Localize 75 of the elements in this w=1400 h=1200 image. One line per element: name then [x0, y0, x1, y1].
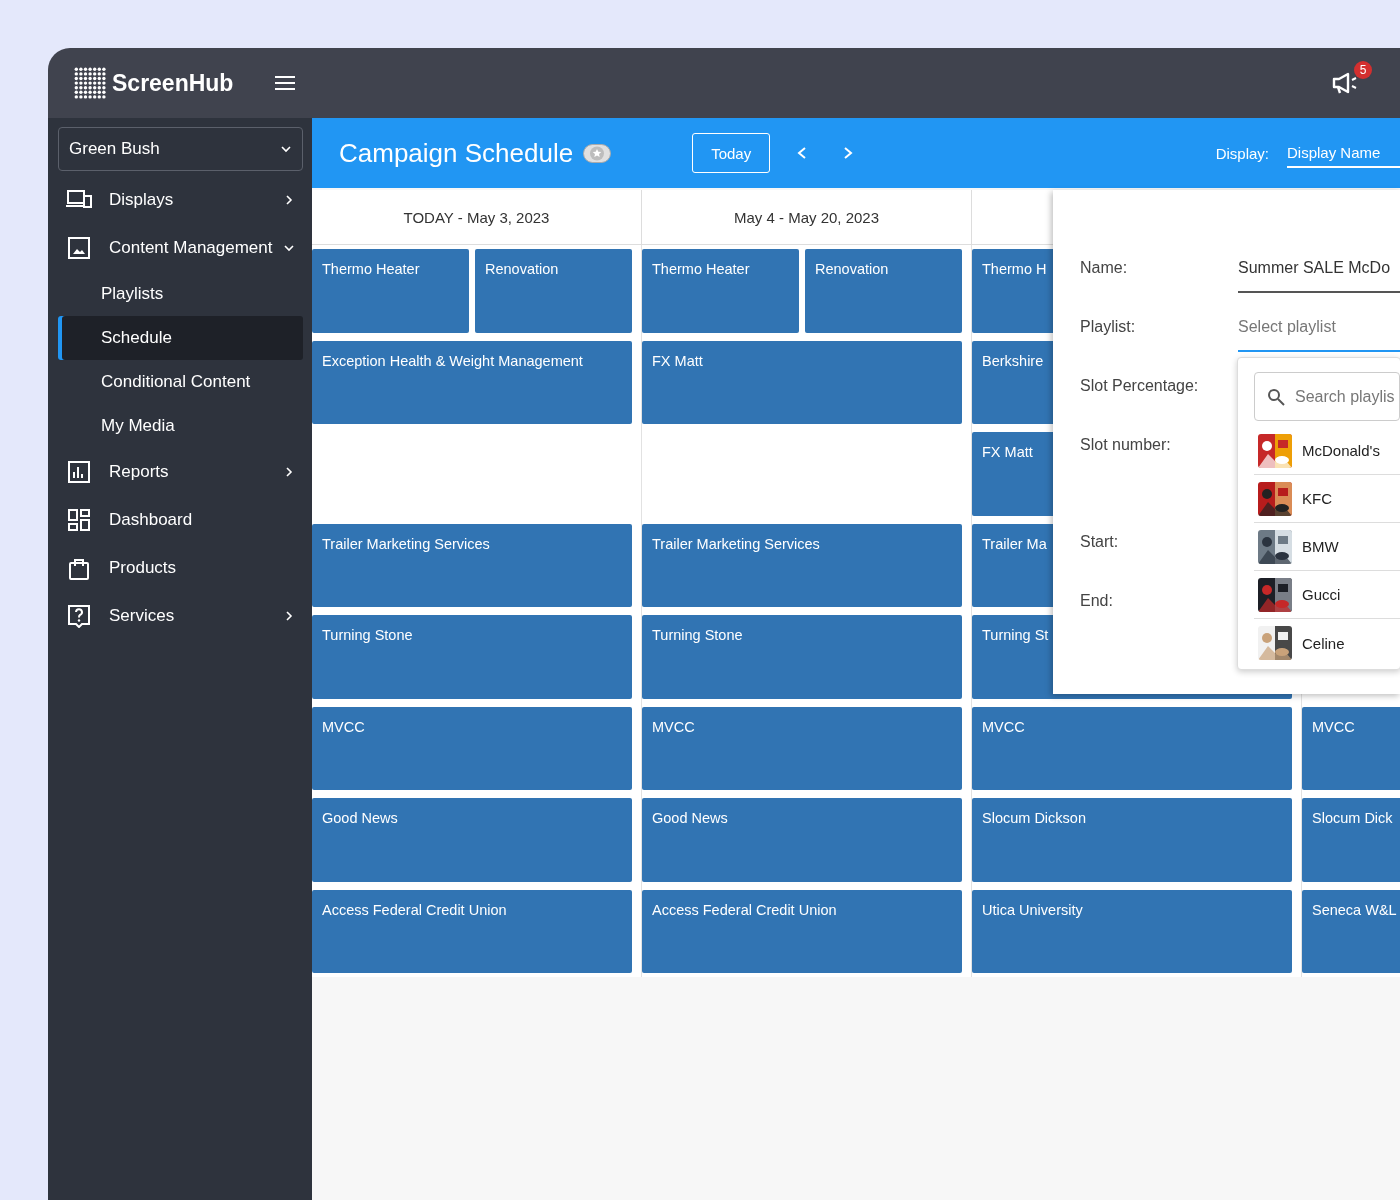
schedule-event[interactable]: MVCC [1302, 706, 1400, 790]
schedule-event[interactable]: Trailer Marketing Services [312, 523, 632, 607]
chevron-right-icon [283, 194, 295, 206]
schedule-event[interactable]: MVCC [972, 706, 1292, 790]
dropdown-option[interactable]: KFC [1254, 475, 1400, 523]
sidebar-item[interactable]: Products [58, 544, 303, 592]
schedule-event[interactable]: Thermo Heater [312, 249, 469, 333]
option-label: McDonald's [1302, 442, 1380, 459]
sidebar-item[interactable]: Services [58, 592, 303, 640]
search-icon [1267, 387, 1285, 406]
image-icon [66, 236, 92, 260]
logo-icon [74, 67, 106, 99]
schedule-event[interactable]: Access Federal Credit Union [642, 889, 962, 973]
schedule-event[interactable]: Good News [642, 798, 962, 882]
schedule-event[interactable]: Turning Stone [312, 615, 632, 699]
dashboard-icon [66, 508, 92, 532]
display-label: Display: [1215, 144, 1269, 162]
option-label: Celine [1302, 634, 1345, 652]
sidebar-subitem[interactable]: Playlists [58, 272, 303, 316]
input-field[interactable]: Select playlist [1238, 304, 1400, 352]
field-label: End: [1080, 591, 1114, 611]
field-label: Slot Percentage: [1080, 376, 1200, 396]
account-select[interactable]: Green Bush [58, 127, 303, 171]
sidebar-subitem[interactable]: My Media [58, 404, 303, 448]
chevron-down-icon [280, 143, 292, 155]
sidebar-item[interactable]: Dashboard [58, 496, 303, 544]
column-header: TODAY - May 3, 2023 [403, 208, 550, 226]
chevron-down-icon [283, 242, 295, 254]
dropdown-option[interactable]: Celine [1254, 619, 1400, 667]
field-label: Name: [1080, 258, 1129, 278]
schedule-event[interactable]: Thermo Heater [642, 249, 799, 333]
schedule-event[interactable]: Seneca W&L [1302, 889, 1400, 973]
bar-chart-icon [66, 460, 92, 484]
notification-badge: 5 [1354, 61, 1372, 79]
schedule-event[interactable]: Slocum Dick [1302, 798, 1400, 882]
display-select[interactable]: Display Name [1287, 138, 1400, 168]
schedule-event[interactable]: MVCC [642, 706, 962, 790]
menu-icon[interactable] [275, 75, 296, 91]
dropdown-option[interactable]: Gucci [1254, 571, 1400, 619]
field-label: Playlist: [1080, 317, 1137, 337]
schedule-event[interactable]: Turning Stone [642, 615, 962, 699]
help-icon [66, 604, 92, 628]
schedule-event[interactable]: Slocum Dickson [972, 798, 1292, 882]
sidebar-item[interactable]: Content Management [58, 224, 303, 272]
page-title: Campaign Schedule [339, 137, 574, 169]
chevron-right-icon [283, 610, 295, 622]
sidebar-item[interactable]: Reports [58, 448, 303, 496]
schedule-event[interactable]: Trailer Marketing Services [642, 523, 962, 607]
schedule-event[interactable]: FX Matt [642, 340, 962, 424]
schedule-event[interactable]: Access Federal Credit Union [312, 889, 632, 973]
shopping-bag-icon [66, 556, 92, 580]
star-toggle-icon[interactable] [583, 143, 612, 163]
schedule-event[interactable]: MVCC [312, 706, 632, 790]
sidebar-item[interactable]: Displays [58, 176, 303, 224]
schedule-event[interactable]: Renovation [475, 249, 632, 333]
schedule-event[interactable]: Utica University [972, 889, 1292, 973]
sidebar-subitem[interactable]: Schedule [58, 316, 303, 360]
option-label: BMW [1302, 538, 1339, 555]
input-field[interactable]: Summer SALE McDo [1238, 245, 1400, 293]
option-label: Gucci [1302, 586, 1341, 603]
chevron-right-icon [283, 466, 295, 478]
brand-name: ScreenHub [112, 69, 234, 97]
option-label: KFC [1302, 490, 1332, 507]
column-header: May 4 - May 20, 2023 [733, 208, 880, 226]
dropdown-option[interactable]: BMW [1254, 523, 1400, 571]
sidebar-subitem[interactable]: Conditional Content [58, 360, 303, 404]
schedule-event[interactable]: Good News [312, 798, 632, 882]
dropdown-option[interactable]: McDonald's [1254, 427, 1400, 475]
field-label: Slot number: [1080, 435, 1172, 455]
search-field[interactable]: Search playlis [1254, 372, 1400, 421]
schedule-event[interactable]: Renovation [805, 249, 962, 333]
field-label: Start: [1080, 532, 1120, 552]
schedule-event[interactable]: Exception Health & Weight Management [312, 340, 632, 424]
today-button[interactable]: Today [692, 133, 771, 173]
next-icon[interactable] [842, 146, 855, 160]
